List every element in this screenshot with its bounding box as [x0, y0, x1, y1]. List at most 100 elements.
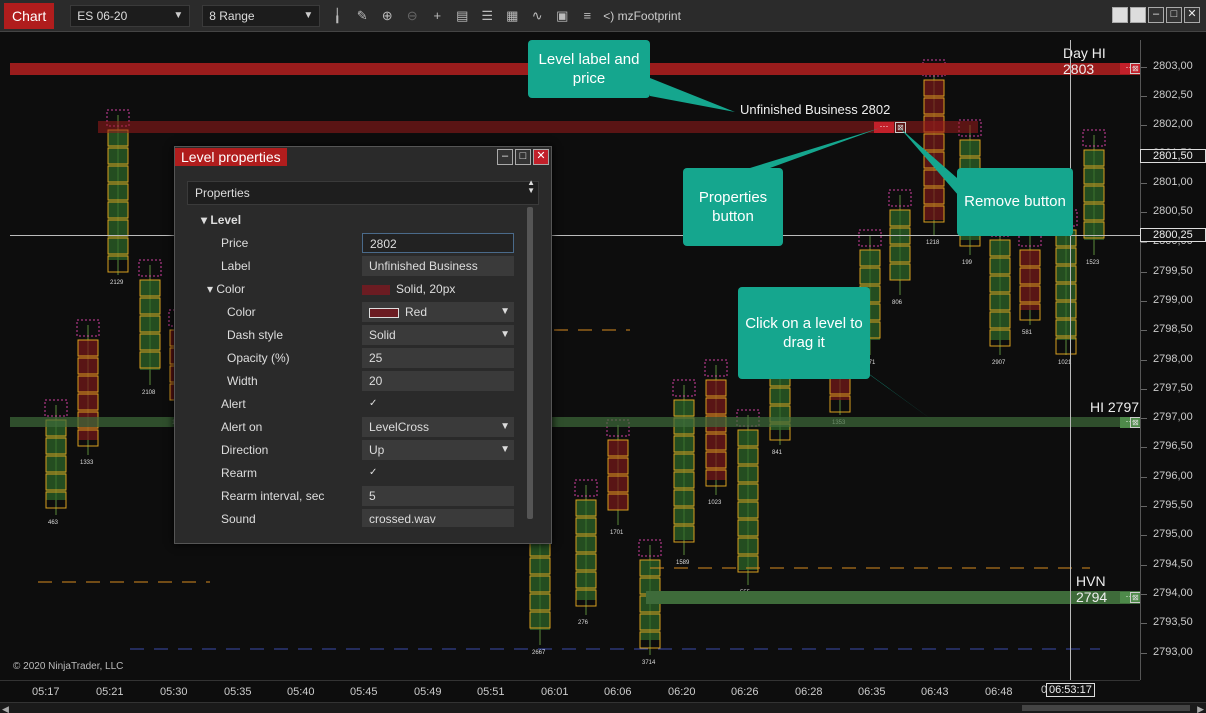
price-tick: 2799,00 [1141, 294, 1193, 306]
tile-icon[interactable] [1130, 7, 1146, 23]
prop-row-dash-style[interactable]: Dash style Solid ▼ [187, 324, 527, 347]
time-tick: 06:28 [795, 686, 823, 698]
opacity-input[interactable]: 25 [362, 348, 514, 368]
calculator-icon[interactable]: ▣ [554, 8, 570, 24]
zoom-in-icon[interactable]: ⊕ [379, 8, 395, 24]
color-swatch [369, 307, 399, 318]
horizontal-scrollbar[interactable]: ◀ ▶ [0, 702, 1206, 713]
prop-row-label[interactable]: Label Unfinished Business [187, 255, 527, 278]
price-tick: 2796,00 [1141, 470, 1193, 482]
bar-type-value: 8 Range [209, 8, 255, 23]
dialog-title: Level properties [175, 148, 287, 166]
price-axis[interactable]: 2803,00 2802,50 2802,00 2801,50 2801,00 2800,… [1140, 40, 1206, 680]
prop-row-sound[interactable]: Sound crossed.wav [187, 508, 527, 527]
scroll-left-icon[interactable]: ◀ [2, 704, 9, 713]
bars-icon[interactable]: ╽ [329, 8, 345, 24]
list-icon[interactable]: ≡ [579, 8, 595, 24]
price-tick: 2800,50 [1141, 205, 1193, 217]
price-tick: 2793,50 [1141, 616, 1193, 628]
prop-label: Alert on [221, 420, 263, 434]
price-tick: 2793,00 [1141, 646, 1193, 658]
properties-scrollbar[interactable] [525, 205, 537, 523]
time-tick: 05:40 [287, 686, 315, 698]
minimize-button[interactable]: – [1148, 7, 1164, 23]
time-tick: 05:17 [32, 686, 60, 698]
sort-icon[interactable]: ▲ ▼ [527, 179, 535, 195]
color-summary: Solid, 20px [362, 279, 514, 299]
close-button[interactable]: ✕ [533, 149, 549, 165]
crosshair-price-tag: 2800,25 [1140, 228, 1206, 242]
prop-row-alert[interactable]: Alert ✓ [187, 393, 527, 416]
tile-icon[interactable] [1112, 7, 1128, 23]
dash-style-select[interactable]: Solid ▼ [362, 325, 514, 345]
prop-row-opacity[interactable]: Opacity (%) 25 [187, 347, 527, 370]
dialog-title-bar[interactable]: Level properties – □ ✕ [175, 147, 551, 167]
indicator-name: <) mzFootprint [603, 8, 681, 23]
level-properties-dialog: Level properties – □ ✕ Properties ▲ ▼ ▾ L… [174, 146, 552, 544]
time-tick: 06:48 [985, 686, 1013, 698]
color-select[interactable]: Red ▼ [362, 302, 514, 322]
properties-grid: ▾ Level Price 2802 Label Unfinished Busi… [187, 209, 527, 527]
prop-row-alert-on[interactable]: Alert on LevelCross ▼ [187, 416, 527, 439]
prop-label: Width [227, 374, 258, 388]
chevron-down-icon: ▼ [303, 10, 314, 21]
chart-tab[interactable]: Chart [4, 2, 55, 29]
data-box-icon[interactable]: ☰ [479, 8, 495, 24]
scroll-right-icon[interactable]: ▶ [1197, 704, 1204, 713]
rearm-checkbox[interactable]: ✓ [362, 463, 514, 483]
properties-header: Properties ▲ ▼ [187, 179, 539, 205]
crosshair-icon[interactable]: + [429, 8, 445, 24]
rearm-interval-input[interactable]: 5 [362, 486, 514, 506]
prop-row-rearm-interval[interactable]: Rearm interval, sec 5 [187, 485, 527, 508]
price-tick: 2799,50 [1141, 265, 1193, 277]
price-tick: 2802,50 [1141, 89, 1193, 101]
maximize-button[interactable]: □ [1166, 7, 1182, 23]
prop-row-level[interactable]: ▾ Level [187, 209, 527, 232]
zoom-out-icon[interactable]: ⊖ [404, 8, 420, 24]
prop-label: Rearm [221, 466, 258, 480]
label-input[interactable]: Unfinished Business [362, 256, 514, 276]
prop-label: ▾ Color [207, 282, 246, 296]
price-input[interactable]: 2802 [362, 233, 514, 253]
prop-label: Dash style [227, 328, 284, 342]
strategies-icon[interactable]: ▦ [504, 8, 520, 24]
instrument-value: ES 06-20 [77, 8, 128, 23]
instrument-selector[interactable]: ES 06-20 ▼ [70, 4, 191, 27]
chevron-down-icon: ▼ [173, 10, 184, 21]
prop-row-color[interactable]: Color Red ▼ [187, 301, 527, 324]
scrollbar-thumb[interactable] [1022, 705, 1190, 711]
time-tick: 05:45 [350, 686, 378, 698]
maximize-button[interactable]: □ [515, 149, 531, 165]
time-tick: 06:06 [604, 686, 632, 698]
width-input[interactable]: 20 [362, 371, 514, 391]
prop-label: Sound [221, 512, 256, 526]
price-tick: 2801,00 [1141, 176, 1193, 188]
price-tick: 2795,00 [1141, 528, 1193, 540]
time-tick: 05:35 [224, 686, 252, 698]
prop-label: Rearm interval, sec [221, 489, 325, 503]
prop-row-rearm[interactable]: Rearm ✓ [187, 462, 527, 485]
prop-row-direction[interactable]: Direction Up ▼ [187, 439, 527, 462]
time-tick: 06:26 [731, 686, 759, 698]
prop-row-price[interactable]: Price 2802 [187, 232, 527, 255]
chevron-down-icon: ▼ [500, 306, 510, 317]
prop-row-width[interactable]: Width 20 [187, 370, 527, 393]
prop-label: Label [221, 259, 251, 273]
bar-type-selector[interactable]: 8 Range ▼ [202, 4, 321, 27]
alert-on-select[interactable]: LevelCross ▼ [362, 417, 514, 437]
properties-icon[interactable]: ▤ [454, 8, 470, 24]
price-tick: 2795,50 [1141, 499, 1193, 511]
crosshair-time-tag: 06:53:17 [1046, 683, 1095, 697]
close-button[interactable]: ✕ [1184, 7, 1200, 23]
chevron-down-icon: ▼ [500, 421, 510, 432]
color-swatch [362, 284, 390, 295]
direction-select[interactable]: Up ▼ [362, 440, 514, 460]
alert-checkbox[interactable]: ✓ [362, 394, 514, 414]
pencil-icon[interactable]: ✎ [354, 8, 370, 24]
indicators-icon[interactable]: ∿ [529, 8, 545, 24]
sound-input[interactable]: crossed.wav [362, 509, 514, 527]
current-price-tag: 2801,50 [1140, 149, 1206, 163]
scrollbar-thumb[interactable] [527, 207, 533, 519]
prop-row-color-group[interactable]: ▾ Color Solid, 20px [187, 278, 527, 301]
minimize-button[interactable]: – [497, 149, 513, 165]
